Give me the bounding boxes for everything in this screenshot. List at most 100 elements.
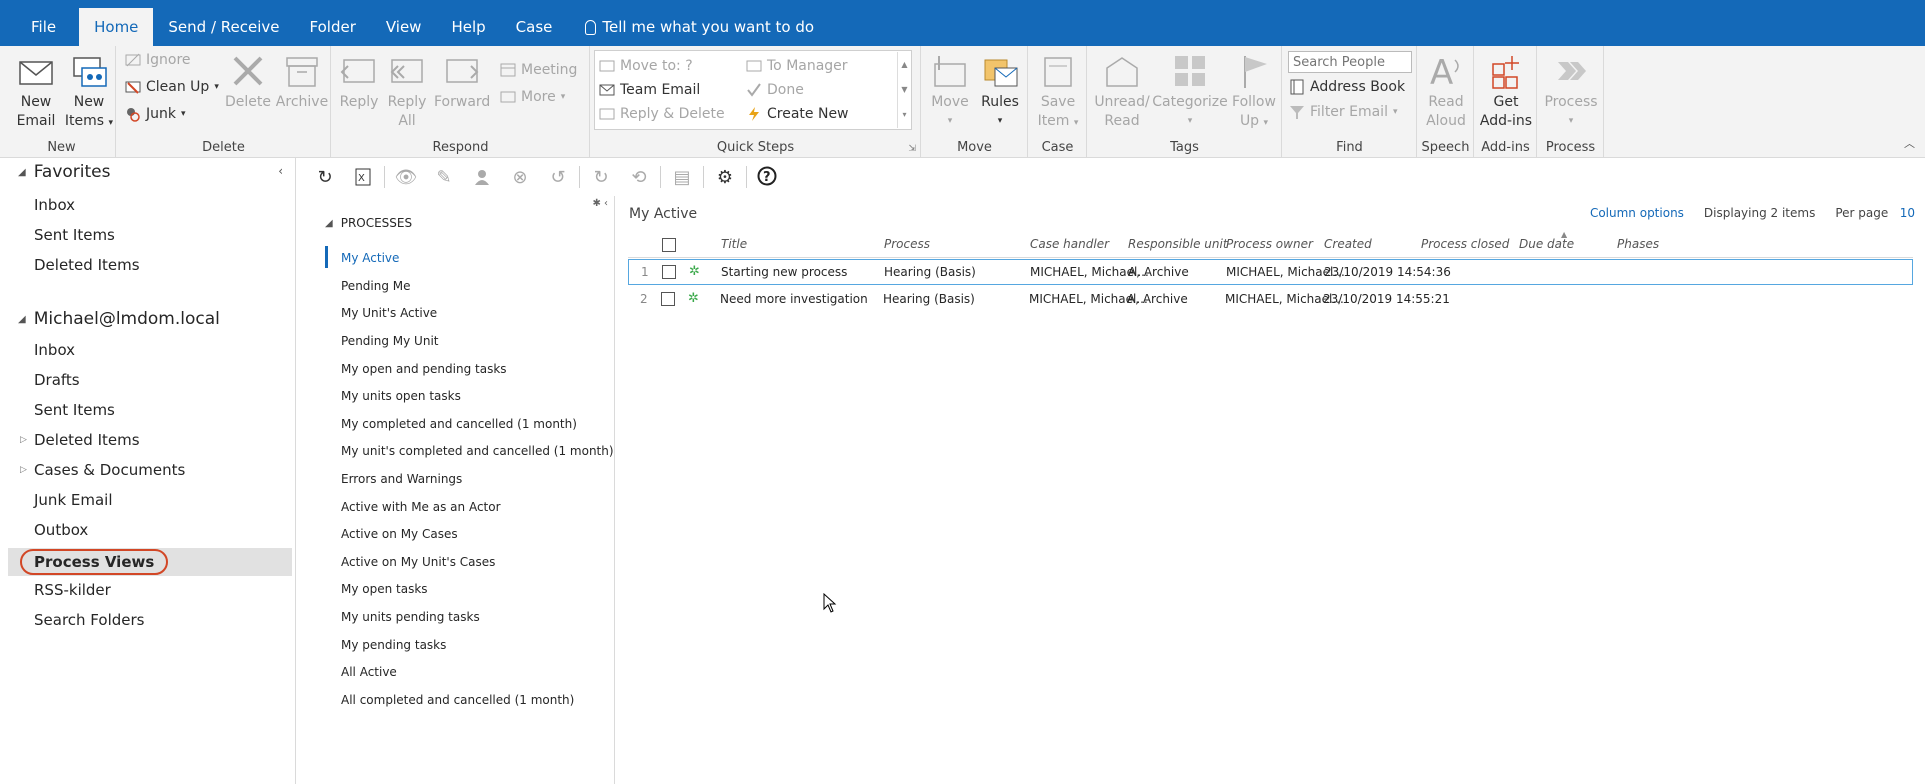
process-view-item[interactable]: My Active <box>341 251 399 265</box>
address-book-button[interactable]: Address Book <box>1289 79 1405 95</box>
process-view-item[interactable]: Active on My Unit's Cases <box>341 555 495 569</box>
more-button[interactable]: More ▾ <box>500 89 565 105</box>
folder-deleted-items[interactable]: Deleted Items <box>34 431 140 449</box>
column-phases[interactable]: Phases <box>1617 237 1659 251</box>
tab-send-receive[interactable]: Send / Receive <box>153 8 294 46</box>
process-view-item[interactable]: My units open tasks <box>341 389 461 403</box>
history-icon[interactable]: ⟲ <box>620 162 658 192</box>
process-view-item[interactable]: Pending Me <box>341 279 411 293</box>
process-view-item[interactable]: My pending tasks <box>341 638 446 652</box>
column-process[interactable]: Process <box>884 237 930 251</box>
column-title[interactable]: Title <box>721 237 747 251</box>
categorize-button[interactable]: Categorize ▾ <box>1152 50 1228 131</box>
column-responsible-unit[interactable]: Responsible unit <box>1128 237 1228 251</box>
redo-icon[interactable]: ↺ <box>539 162 577 192</box>
rules-button[interactable]: Rules ▾ <box>976 50 1024 131</box>
account-header[interactable]: ◢ Michael@lmdom.local <box>18 309 220 329</box>
read-aloud-button[interactable]: A Read Aloud <box>1422 50 1470 131</box>
edit-pencil-icon[interactable]: ✎ <box>425 162 463 192</box>
refresh-icon[interactable]: ↻ <box>306 162 344 192</box>
expand-deleted-icon[interactable]: ▷ <box>20 435 27 445</box>
process-view-item[interactable]: All Active <box>341 665 397 679</box>
column-process-owner[interactable]: Process owner <box>1226 237 1313 251</box>
cancel-circle-icon[interactable]: ⊗ <box>501 162 539 192</box>
reply-button[interactable]: Reply <box>338 50 380 112</box>
expand-cases-icon[interactable]: ▷ <box>20 465 27 475</box>
table-row[interactable]: 1 ✲ Starting new process Hearing (Basis)… <box>628 259 1913 285</box>
folder-search-folders[interactable]: Search Folders <box>34 611 144 629</box>
to-manager-quickstep[interactable]: To Manager <box>746 58 848 74</box>
process-view-item[interactable]: My units pending tasks <box>341 610 480 624</box>
forward-button[interactable]: Forward <box>434 50 490 112</box>
process-view-item[interactable]: My unit's completed and cancelled (1 mon… <box>341 444 614 458</box>
done-quickstep[interactable]: Done <box>746 82 804 98</box>
search-people-input[interactable] <box>1288 51 1412 73</box>
column-process-closed[interactable]: Process closed <box>1421 237 1509 251</box>
new-items-button[interactable]: New Items ▾ <box>64 50 114 133</box>
tell-me-box[interactable]: Tell me what you want to do <box>567 8 814 46</box>
folder-inbox[interactable]: Inbox <box>34 341 75 359</box>
delete-button[interactable]: Delete <box>225 50 271 112</box>
follow-up-button[interactable]: Follow Up ▾ <box>1228 50 1280 133</box>
folder-drafts[interactable]: Drafts <box>34 371 80 389</box>
column-created[interactable]: Created <box>1324 237 1372 251</box>
move-case-icon[interactable]: ▤ <box>663 162 701 192</box>
clean-up-button[interactable]: Clean Up ▾ <box>125 79 219 95</box>
ignore-button[interactable]: Ignore <box>125 52 191 68</box>
gallery-scroll[interactable]: ▲ ▼ ▾ <box>897 52 911 128</box>
folder-rss-kilder[interactable]: RSS-kilder <box>34 581 111 599</box>
resume-icon[interactable]: ↻ <box>582 162 620 192</box>
process-button[interactable]: Process ▾ <box>1542 50 1600 131</box>
folder-junk-email[interactable]: Junk Email <box>34 491 113 509</box>
unread-read-button[interactable]: Unread/ Read <box>1092 50 1152 131</box>
row-checkbox[interactable] <box>662 265 676 279</box>
process-view-item[interactable]: My completed and cancelled (1 month) <box>341 417 577 431</box>
tab-home[interactable]: Home <box>79 8 154 46</box>
save-item-button[interactable]: Save Item ▾ <box>1035 50 1081 133</box>
move-to-quickstep[interactable]: Move to: ? <box>599 58 693 74</box>
dialog-launcher-icon[interactable]: ⇲ <box>908 144 916 154</box>
tab-folder[interactable]: Folder <box>295 8 371 46</box>
settings-gear-icon[interactable]: ⚙ <box>706 162 744 192</box>
favorite-inbox[interactable]: Inbox <box>34 196 75 214</box>
folder-outbox[interactable]: Outbox <box>34 521 88 539</box>
process-view-item[interactable]: Active with Me as an Actor <box>341 500 501 514</box>
new-email-button[interactable]: New Email <box>16 50 56 131</box>
view-eye-icon[interactable]: 👁 <box>387 162 425 192</box>
process-view-item[interactable]: My open and pending tasks <box>341 362 507 376</box>
tab-view[interactable]: View <box>371 8 437 46</box>
tab-file[interactable]: File <box>0 8 79 46</box>
process-view-item[interactable]: Pending My Unit <box>341 334 438 348</box>
create-new-quickstep[interactable]: Create New <box>746 106 849 122</box>
move-button[interactable]: Move ▾ <box>928 50 972 131</box>
folder-sent-items[interactable]: Sent Items <box>34 401 115 419</box>
select-all-checkbox[interactable] <box>662 238 676 252</box>
tab-case[interactable]: Case <box>501 8 568 46</box>
process-view-item[interactable]: Active on My Cases <box>341 527 458 541</box>
collapse-ribbon-icon[interactable]: ︿ <box>1904 135 1915 151</box>
column-case-handler[interactable]: Case handler <box>1030 237 1109 251</box>
get-addins-button[interactable]: Get Add-ins <box>1479 50 1533 131</box>
table-row[interactable]: 2 ✲ Need more investigation Hearing (Bas… <box>628 287 1913 313</box>
process-view-item[interactable]: My Unit's Active <box>341 306 437 320</box>
pane-settings-icon[interactable]: ✱ ‹ <box>592 198 608 209</box>
filter-email-button[interactable]: Filter Email ▾ <box>1289 104 1398 120</box>
row-checkbox[interactable] <box>661 292 675 306</box>
process-view-item[interactable]: Errors and Warnings <box>341 472 462 486</box>
favorite-deleted-items[interactable]: Deleted Items <box>34 256 140 274</box>
process-view-item[interactable]: All completed and cancelled (1 month) <box>341 693 574 707</box>
reply-delete-quickstep[interactable]: Reply & Delete <box>599 106 725 122</box>
processes-header[interactable]: ◢ PROCESSES <box>325 216 412 230</box>
archive-button[interactable]: Archive <box>275 50 329 112</box>
folder-process-views[interactable]: Process Views <box>8 548 292 576</box>
reply-all-button[interactable]: Reply All <box>386 50 428 131</box>
process-view-item[interactable]: My open tasks <box>341 582 428 596</box>
folder-cases-documents[interactable]: Cases & Documents <box>34 461 185 479</box>
excel-export-icon[interactable]: X <box>344 162 382 192</box>
tab-help[interactable]: Help <box>436 8 500 46</box>
column-options-link[interactable]: Column options <box>1590 206 1684 220</box>
meeting-button[interactable]: Meeting <box>500 62 577 78</box>
help-question-icon[interactable]: ? <box>749 162 787 192</box>
collapse-pane-icon[interactable]: ‹ <box>278 164 283 178</box>
junk-button[interactable]: Junk ▾ <box>125 106 186 122</box>
